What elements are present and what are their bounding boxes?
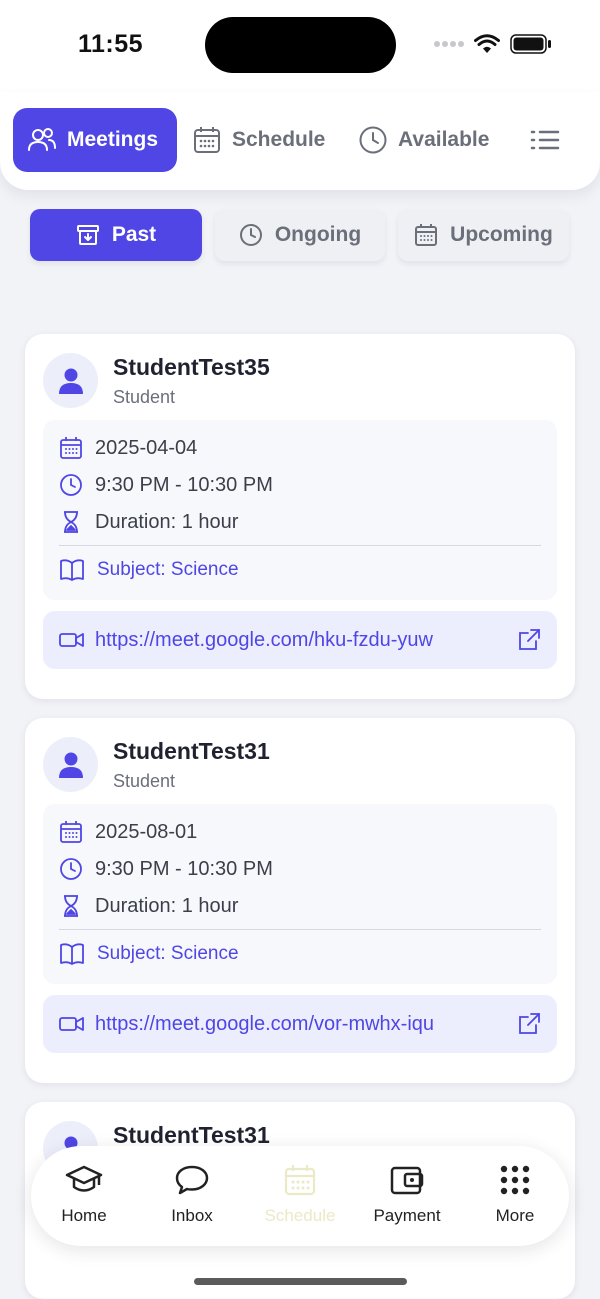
meeting-duration: Duration: 1 hour <box>95 894 239 917</box>
nav-more[interactable]: More <box>465 1164 565 1226</box>
calendar-icon <box>284 1165 316 1196</box>
tab-meetings-label: Meetings <box>67 128 159 151</box>
calendar-icon <box>60 437 82 459</box>
avatar <box>43 737 98 792</box>
meeting-duration-row: Duration: 1 hour <box>59 894 238 918</box>
status-time: 11:55 <box>78 30 144 58</box>
video-camera-icon <box>59 633 84 647</box>
meeting-details: 2025-08-01 9:30 PM - 10:30 PM Duration: … <box>43 804 557 984</box>
meeting-time-row: 9:30 PM - 10:30 PM <box>59 857 273 881</box>
meeting-subject-row: Subject: Science <box>59 942 239 966</box>
student-role: Student <box>113 387 176 407</box>
bottom-navigation: Home Inbox Schedule Payment More <box>31 1146 569 1246</box>
filter-upcoming-button[interactable]: Upcoming <box>398 209 569 261</box>
menu-button[interactable] <box>516 108 574 172</box>
user-icon <box>58 752 83 778</box>
meeting-link[interactable]: https://meet.google.com/hku-fzdu-yuw <box>95 629 507 652</box>
meeting-subject-row: Subject: Science <box>59 558 239 582</box>
meeting-filters: Past Ongoing Upcoming <box>30 209 575 261</box>
meeting-details: 2025-04-04 9:30 PM - 10:30 PM Duration: … <box>43 420 557 600</box>
meeting-subject: Subject: Science <box>97 943 239 964</box>
home-indicator <box>194 1278 407 1285</box>
list-icon <box>530 130 560 150</box>
avatar <box>43 353 98 408</box>
calendar-icon <box>415 224 438 246</box>
meeting-time-row: 9:30 PM - 10:30 PM <box>59 473 273 497</box>
users-icon <box>28 128 56 151</box>
external-link-icon[interactable] <box>517 628 541 652</box>
meeting-time: 9:30 PM - 10:30 PM <box>95 473 273 496</box>
book-icon <box>60 943 84 965</box>
filter-ongoing-label: Ongoing <box>274 223 362 246</box>
user-icon <box>58 368 83 394</box>
meeting-time: 9:30 PM - 10:30 PM <box>95 857 273 880</box>
meeting-link[interactable]: https://meet.google.com/vor-mwhx-iqu <box>95 1013 507 1036</box>
student-name: StudentTest35 <box>113 354 270 380</box>
book-icon <box>60 559 84 581</box>
divider <box>59 929 541 930</box>
tab-schedule[interactable]: Schedule <box>178 108 339 172</box>
tab-meetings[interactable]: Meetings <box>13 108 177 172</box>
battery-icon <box>510 34 551 54</box>
nav-inbox[interactable]: Inbox <box>142 1164 242 1226</box>
nav-home-label: Home <box>61 1206 107 1225</box>
dynamic-island <box>205 17 396 73</box>
clock-icon <box>239 224 262 246</box>
filter-ongoing-button[interactable]: Ongoing <box>215 209 385 261</box>
calendar-icon <box>60 821 82 843</box>
grid-dots-icon <box>500 1165 530 1195</box>
filter-past-button[interactable]: Past <box>30 209 202 261</box>
nav-schedule-label: Schedule <box>264 1206 336 1225</box>
tab-schedule-label: Schedule <box>232 128 326 151</box>
meeting-date-row: 2025-04-04 <box>59 436 197 460</box>
student-role: Student <box>113 771 176 791</box>
calendar-icon <box>194 127 220 153</box>
meeting-subject: Subject: Science <box>97 559 239 580</box>
signal-icon <box>434 41 464 47</box>
nav-home[interactable]: Home <box>34 1164 134 1226</box>
meeting-card: StudentTest35 Student 2025-04-04 9:30 PM… <box>25 334 575 699</box>
clock-icon <box>60 858 82 880</box>
archive-icon <box>76 225 99 245</box>
student-name: StudentTest31 <box>113 1122 270 1148</box>
clock-icon <box>60 474 82 496</box>
meeting-link-row[interactable]: https://meet.google.com/hku-fzdu-yuw <box>43 611 557 669</box>
clock-icon <box>359 126 387 154</box>
hourglass-icon <box>64 895 78 917</box>
hourglass-icon <box>64 511 78 533</box>
meeting-date-row: 2025-08-01 <box>59 820 197 844</box>
divider <box>59 545 541 546</box>
video-camera-icon <box>59 1017 84 1031</box>
filter-past-label: Past <box>111 223 157 246</box>
tab-available[interactable]: Available <box>344 108 503 172</box>
meeting-date: 2025-08-01 <box>95 820 198 843</box>
filter-upcoming-label: Upcoming <box>450 223 553 246</box>
graduation-cap-icon <box>65 1165 103 1192</box>
nav-payment[interactable]: Payment <box>357 1164 457 1226</box>
top-navigation: Meetings Schedule Available <box>0 92 600 190</box>
meeting-duration-row: Duration: 1 hour <box>59 510 238 534</box>
wallet-icon <box>390 1166 424 1195</box>
status-icons <box>434 34 552 54</box>
nav-inbox-label: Inbox <box>171 1206 213 1225</box>
tab-available-label: Available <box>398 128 490 151</box>
external-link-icon[interactable] <box>517 1012 541 1036</box>
nav-payment-label: Payment <box>373 1206 441 1225</box>
nav-schedule[interactable]: Schedule <box>250 1164 350 1226</box>
meeting-card: StudentTest31 Student 2025-08-01 9:30 PM… <box>25 718 575 1083</box>
meeting-duration: Duration: 1 hour <box>95 510 239 533</box>
wifi-icon <box>474 34 500 53</box>
status-bar: 11:55 <box>0 0 600 92</box>
meeting-date: 2025-04-04 <box>95 436 198 459</box>
nav-more-label: More <box>495 1206 535 1225</box>
meeting-link-row[interactable]: https://meet.google.com/vor-mwhx-iqu <box>43 995 557 1053</box>
student-name: StudentTest31 <box>113 738 270 764</box>
chat-bubble-icon <box>175 1165 209 1195</box>
